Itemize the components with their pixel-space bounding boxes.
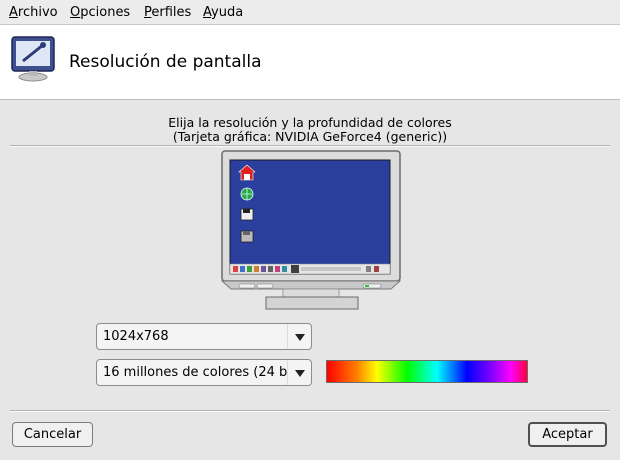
menu-archivo-label: Archivo (9, 5, 58, 20)
monitor-preview (221, 150, 401, 310)
page-title: Resolución de pantalla (69, 52, 262, 72)
resolution-value: 1024x768 (103, 329, 169, 344)
color-spectrum-preview (326, 360, 528, 383)
bottom-separator (10, 410, 610, 412)
instruction-text: Elija la resolución y la profundidad de … (168, 115, 452, 130)
drive-icon (240, 230, 254, 243)
graphics-card-text: (Tarjeta gráfica: NVIDIA GeForce4 (gener… (172, 129, 448, 144)
top-separator (10, 145, 610, 147)
chevron-down-icon[interactable] (287, 324, 311, 349)
chevron-down-icon[interactable] (287, 360, 311, 385)
resolution-select[interactable]: 1024x768 (96, 323, 312, 350)
menu-perfiles[interactable]: Perfiles (144, 5, 191, 20)
header-banner: Resolución de pantalla (0, 25, 620, 100)
menu-opciones-label: Opciones (70, 5, 131, 20)
monitor-settings-icon (11, 36, 55, 82)
menu-archivo[interactable]: Archivo (9, 5, 58, 20)
menu-bar: Archivo Opciones Perfiles Ayuda (0, 0, 620, 25)
accept-button[interactable]: Aceptar (528, 422, 607, 447)
floppy-icon (240, 208, 254, 221)
color-depth-select[interactable]: 16 millones de colores (24 bits) (96, 359, 312, 386)
color-depth-value: 16 millones de colores (24 bits) (103, 365, 289, 380)
menu-ayuda[interactable]: Ayuda (203, 5, 243, 20)
globe-icon (240, 187, 254, 201)
menu-ayuda-label: Ayuda (203, 5, 244, 20)
menu-opciones[interactable]: Opciones (70, 5, 130, 20)
cancel-button[interactable]: Cancelar (12, 422, 93, 447)
menu-perfiles-label: Perfiles (144, 5, 192, 20)
